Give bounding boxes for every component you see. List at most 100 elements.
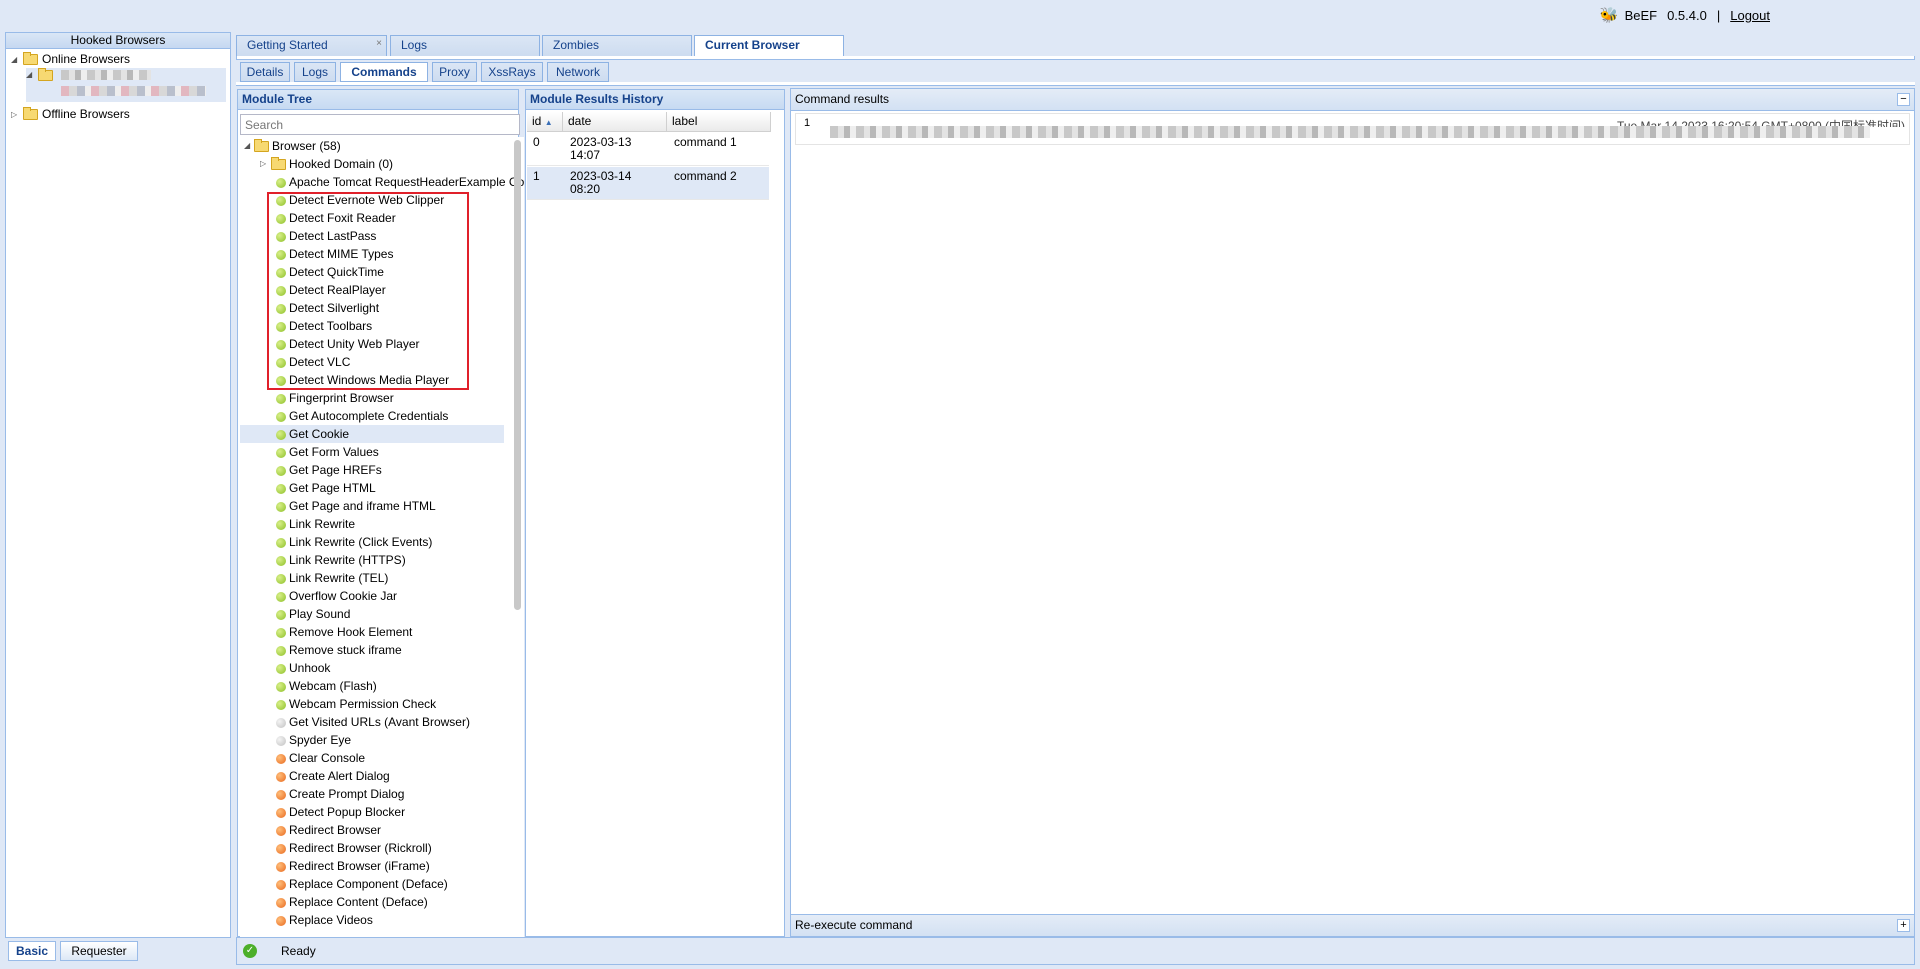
table-row[interactable]: 1 2023-03-14 08:20 command 2 [527, 167, 769, 200]
tab-zombies[interactable]: Zombies [542, 35, 692, 56]
subtab-proxy[interactable]: Proxy [432, 62, 477, 82]
status-green-icon [276, 286, 286, 296]
module-item[interactable]: Overflow Cookie Jar [240, 587, 504, 605]
module-item[interactable]: Remove Hook Element [240, 623, 504, 641]
module-item[interactable]: Create Prompt Dialog [240, 785, 504, 803]
status-green-icon [276, 196, 286, 206]
command-results-header: Command results − [791, 89, 1914, 111]
module-item[interactable]: Detect LastPass [240, 227, 504, 245]
online-browsers-node[interactable]: ◢ Online Browsers [11, 51, 130, 66]
module-item[interactable]: Link Rewrite (TEL) [240, 569, 504, 587]
module-item[interactable]: Link Rewrite [240, 515, 504, 533]
module-item[interactable]: Detect Windows Media Player [240, 371, 504, 389]
expand-icon[interactable]: + [1897, 919, 1910, 932]
module-item[interactable]: Get Page HREFs [240, 461, 504, 479]
module-item[interactable]: Get Page and iframe HTML [240, 497, 504, 515]
module-label: Link Rewrite [289, 517, 356, 531]
module-item[interactable]: Redirect Browser (Rickroll) [240, 839, 504, 857]
status-orange-icon [276, 772, 286, 782]
subtab-network[interactable]: Network [547, 62, 609, 82]
tab-basic[interactable]: Basic [8, 941, 56, 961]
column-header-label[interactable]: label [667, 112, 771, 132]
module-item[interactable]: Detect Unity Web Player [240, 335, 504, 353]
expand-arrow-icon[interactable]: ◢ [26, 70, 34, 79]
separator: | [1716, 7, 1721, 23]
tab-requester[interactable]: Requester [60, 941, 138, 961]
results-history-panel: Module Results History id ▲ date label 0… [525, 89, 785, 937]
module-item[interactable]: Replace Content (Deface) [240, 893, 504, 911]
reexecute-command[interactable]: Re-execute command + [791, 914, 1914, 936]
module-item[interactable]: Remove stuck iframe [240, 641, 504, 659]
module-item[interactable]: Get Visited URLs (Avant Browser) [240, 713, 504, 731]
module-item[interactable]: Get Autocomplete Credentials [240, 407, 504, 425]
expand-arrow-icon[interactable]: ◢ [11, 55, 19, 64]
scrollbar-thumb[interactable] [514, 140, 521, 610]
module-item[interactable]: Redirect Browser (iFrame) [240, 857, 504, 875]
status-green-icon [276, 430, 286, 440]
module-label: Get Autocomplete Credentials [289, 409, 449, 423]
module-item[interactable]: Create Alert Dialog [240, 767, 504, 785]
tab-current-browser[interactable]: Current Browser [694, 35, 844, 56]
module-item[interactable]: Get Form Values [240, 443, 504, 461]
module-label: Apache Tomcat RequestHeaderExample Cooki… [289, 175, 524, 189]
module-label: Unhook [289, 661, 331, 675]
module-item[interactable]: Link Rewrite (Click Events) [240, 533, 504, 551]
module-item[interactable]: Detect QuickTime [240, 263, 504, 281]
module-label: Get Form Values [289, 445, 379, 459]
column-header-id[interactable]: id ▲ [527, 112, 563, 132]
module-item[interactable]: Spyder Eye [240, 731, 504, 749]
module-item[interactable]: Detect Toolbars [240, 317, 504, 335]
module-item[interactable]: Unhook [240, 659, 504, 677]
module-item[interactable]: Clear Console [240, 749, 504, 767]
close-icon[interactable]: × [376, 34, 382, 53]
tree-hooked-domain[interactable]: ▷ Hooked Domain (0) [240, 155, 504, 173]
logout-link[interactable]: Logout [1730, 8, 1770, 23]
tab-logs[interactable]: Logs [390, 35, 540, 56]
status-green-icon [276, 700, 286, 710]
collapsed-arrow-icon[interactable]: ▷ [11, 110, 19, 119]
tab-getting-started[interactable]: Getting Started × [236, 35, 387, 56]
module-item[interactable]: Get Page HTML [240, 479, 504, 497]
module-item[interactable]: Replace Videos [240, 911, 504, 929]
vertical-scrollbar[interactable] [513, 137, 522, 960]
module-item[interactable]: Link Rewrite (HTTPS) [240, 551, 504, 569]
table-row[interactable]: 0 2023-03-13 14:07 command 1 [527, 133, 769, 166]
module-item[interactable]: Apache Tomcat RequestHeaderExample Cooki… [240, 173, 524, 191]
expand-arrow-icon[interactable]: ◢ [244, 137, 252, 155]
tree-root-browser[interactable]: ◢ Browser (58) [240, 137, 504, 155]
entry-number: 1 [804, 117, 811, 129]
subtab-xssrays[interactable]: XssRays [481, 62, 543, 82]
module-label: Play Sound [289, 607, 351, 621]
module-item[interactable]: Detect MIME Types [240, 245, 504, 263]
module-item[interactable]: Detect Foxit Reader [240, 209, 504, 227]
column-header-date[interactable]: date [563, 112, 667, 132]
module-item[interactable]: Redirect Browser [240, 821, 504, 839]
collapse-icon[interactable]: − [1897, 93, 1910, 106]
module-label: Detect VLC [289, 355, 351, 369]
status-green-icon [276, 358, 286, 368]
module-item[interactable]: Webcam (Flash) [240, 677, 504, 695]
module-item[interactable]: Get Cookie [240, 425, 504, 443]
collapsed-arrow-icon[interactable]: ▷ [260, 155, 268, 173]
row-date: 2023-03-13 14:07 [570, 135, 632, 162]
module-item[interactable]: Detect VLC [240, 353, 504, 371]
module-item[interactable]: Replace Component (Deface) [240, 875, 504, 893]
status-green-icon [276, 664, 286, 674]
module-item[interactable]: Play Sound [240, 605, 504, 623]
sub-tab-strip [236, 82, 1915, 86]
module-item[interactable]: Webcam Permission Check [240, 695, 504, 713]
row-id: 0 [533, 135, 540, 149]
module-item[interactable]: Detect RealPlayer [240, 281, 504, 299]
search-input[interactable] [240, 114, 520, 135]
module-item[interactable]: Detect Popup Blocker [240, 803, 504, 821]
module-item[interactable]: Detect Silverlight [240, 299, 504, 317]
module-item[interactable]: Fingerprint Browser [240, 389, 504, 407]
module-item[interactable]: Detect Evernote Web Clipper [240, 191, 504, 209]
subtab-details[interactable]: Details [240, 62, 290, 82]
module-label: Redirect Browser [289, 823, 382, 837]
module-tree-panel: Module Tree ◢ Browser (58) ▷ Hooked Doma… [237, 89, 524, 960]
subtab-commands[interactable]: Commands [340, 62, 428, 82]
subtab-logs[interactable]: Logs [294, 62, 336, 82]
module-label: Get Cookie [289, 427, 350, 441]
offline-browsers-node[interactable]: ▷ Offline Browsers [11, 106, 130, 121]
